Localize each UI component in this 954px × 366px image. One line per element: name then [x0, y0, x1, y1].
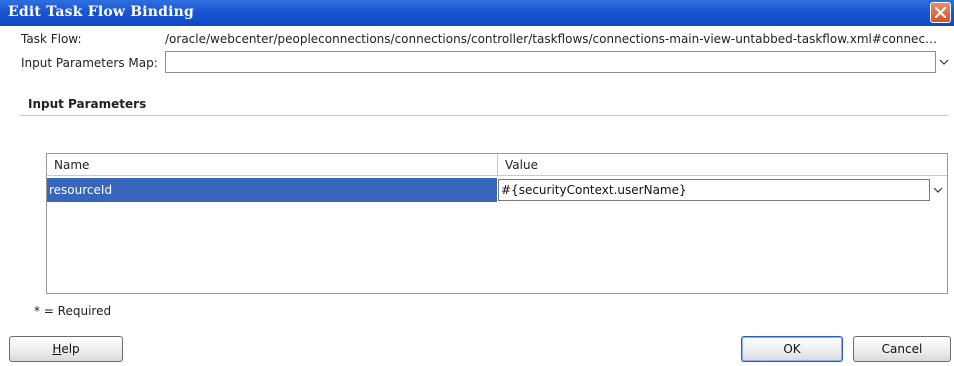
help-button-mnemonic: H [52, 342, 62, 356]
chevron-down-icon[interactable] [932, 184, 944, 196]
input-parameters-map-field[interactable] [165, 51, 936, 73]
close-button[interactable] [930, 2, 951, 23]
help-button-label: elp [61, 342, 80, 356]
title-bar[interactable]: Edit Task Flow Binding [0, 0, 954, 26]
column-header-name[interactable]: Name [47, 154, 498, 176]
task-flow-value: /oracle/webcenter/peopleconnections/conn… [165, 32, 941, 46]
chevron-down-icon[interactable] [938, 56, 950, 68]
input-parameters-section-title: Input Parameters [28, 97, 147, 111]
parameter-value-input[interactable] [498, 179, 930, 201]
required-note: * = Required [34, 304, 112, 318]
cancel-button[interactable]: Cancel [853, 336, 951, 362]
close-icon [935, 7, 946, 18]
help-button[interactable]: Help [9, 336, 123, 362]
input-parameters-table: Name Value resourceId [46, 153, 948, 294]
edit-task-flow-binding-dialog: Edit Task Flow Binding Task Flow: /oracl… [0, 0, 954, 366]
table-row[interactable]: resourceId [47, 178, 947, 202]
section-divider [20, 115, 948, 116]
ok-button[interactable]: OK [741, 336, 843, 362]
input-parameters-map-label: Input Parameters Map: [21, 56, 158, 70]
column-header-value[interactable]: Value [498, 154, 947, 176]
window-title: Edit Task Flow Binding [8, 4, 195, 20]
parameter-name-cell[interactable]: resourceId [47, 178, 497, 202]
task-flow-label: Task Flow: [21, 32, 82, 46]
